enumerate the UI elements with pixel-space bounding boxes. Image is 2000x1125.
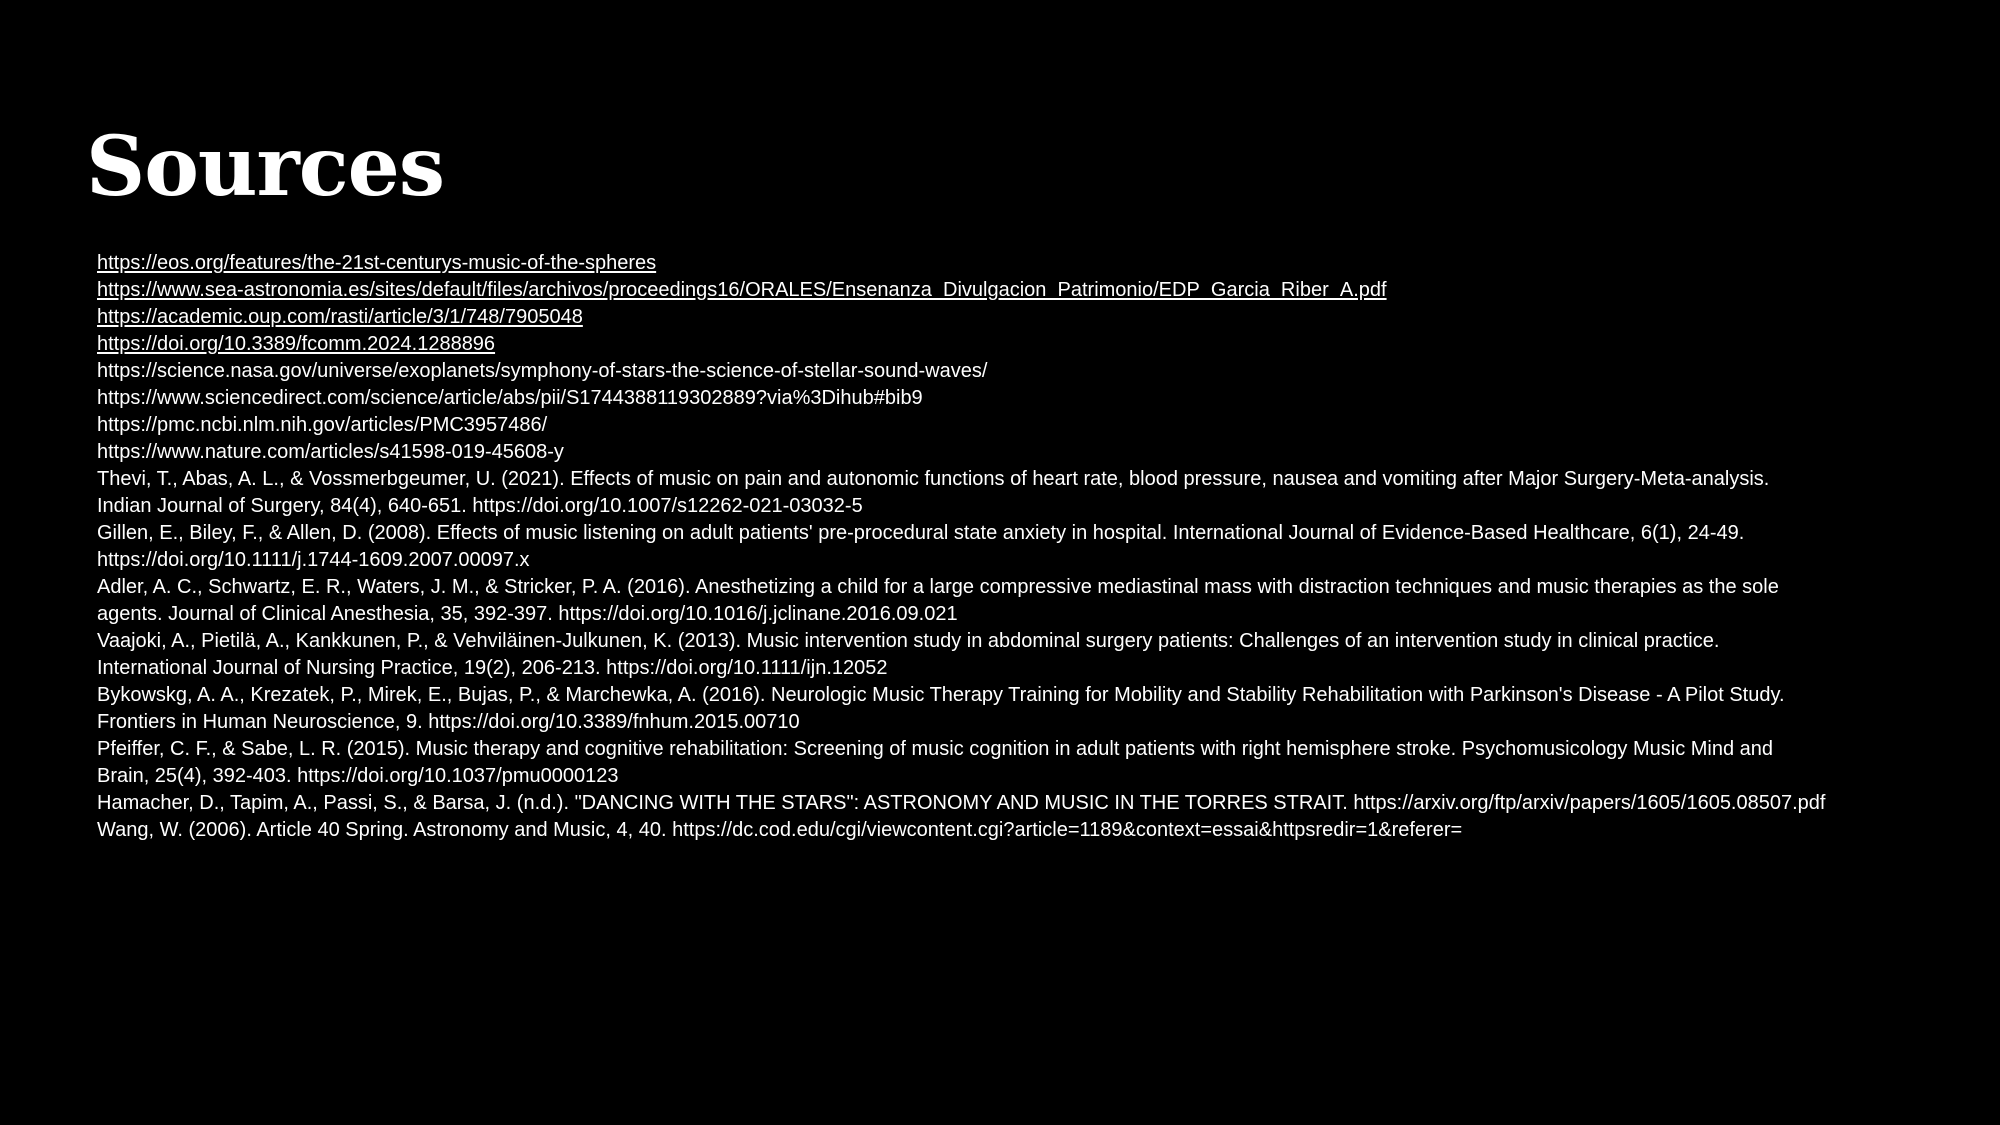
citation: Vaajoki, A., Pietilä, A., Kankkunen, P.,… <box>97 628 1977 682</box>
list-item: https://www.sciencedirect.com/science/ar… <box>97 385 1977 412</box>
citation: Thevi, T., Abas, A. L., & Vossmerbgeumer… <box>97 466 1977 520</box>
citation: Pfeiffer, C. F., & Sabe, L. R. (2015). M… <box>97 736 1977 790</box>
source-link[interactable]: https://eos.org/features/the-21st-centur… <box>97 252 656 274</box>
citation: Wang, W. (2006). Article 40 Spring. Astr… <box>97 817 1977 844</box>
source-url: https://science.nasa.gov/universe/exopla… <box>97 360 988 382</box>
list-item: https://eos.org/features/the-21st-centur… <box>97 250 1977 277</box>
source-link[interactable]: https://www.sea-astronomia.es/sites/defa… <box>97 279 1387 301</box>
list-item: https://pmc.ncbi.nlm.nih.gov/articles/PM… <box>97 412 1977 439</box>
source-url: https://www.sciencedirect.com/science/ar… <box>97 387 923 409</box>
citation-line: Brain, 25(4), 392-403. https://doi.org/1… <box>97 765 619 787</box>
citation-line: International Journal of Nursing Practic… <box>97 657 888 679</box>
citation-line: Pfeiffer, C. F., & Sabe, L. R. (2015). M… <box>97 738 1774 760</box>
citation-line: Gillen, E., Biley, F., & Allen, D. (2008… <box>97 522 1745 544</box>
citation-line: Bykowskg, A. A., Krezatek, P., Mirek, E.… <box>97 684 1785 706</box>
slide: Sources https://eos.org/features/the-21s… <box>0 0 2000 1125</box>
list-item: https://doi.org/10.3389/fcomm.2024.12888… <box>97 331 1977 358</box>
citation-line: Hamacher, D., Tapim, A., Passi, S., & Ba… <box>97 792 1826 814</box>
citation-line: Vaajoki, A., Pietilä, A., Kankkunen, P.,… <box>97 630 1720 652</box>
citation: Gillen, E., Biley, F., & Allen, D. (2008… <box>97 520 1977 574</box>
page-title: Sources <box>86 119 445 215</box>
source-link[interactable]: https://academic.oup.com/rasti/article/3… <box>97 306 583 328</box>
list-item: https://www.sea-astronomia.es/sites/defa… <box>97 277 1977 304</box>
citation-line: https://doi.org/10.1111/j.1744-1609.2007… <box>97 549 530 571</box>
source-url: https://pmc.ncbi.nlm.nih.gov/articles/PM… <box>97 414 548 436</box>
list-item: https://science.nasa.gov/universe/exopla… <box>97 358 1977 385</box>
sources-list: https://eos.org/features/the-21st-centur… <box>97 250 1977 844</box>
citation-line: Frontiers in Human Neuroscience, 9. http… <box>97 711 800 733</box>
citation-line: Wang, W. (2006). Article 40 Spring. Astr… <box>97 819 1463 841</box>
citation: Adler, A. C., Schwartz, E. R., Waters, J… <box>97 574 1977 628</box>
list-item: https://academic.oup.com/rasti/article/3… <box>97 304 1977 331</box>
citation-line: Adler, A. C., Schwartz, E. R., Waters, J… <box>97 576 1779 598</box>
citation-line: agents. Journal of Clinical Anesthesia, … <box>97 603 958 625</box>
citation: Hamacher, D., Tapim, A., Passi, S., & Ba… <box>97 790 1977 817</box>
citation-line: Thevi, T., Abas, A. L., & Vossmerbgeumer… <box>97 468 1770 490</box>
list-item: https://www.nature.com/articles/s41598-0… <box>97 439 1977 466</box>
citation-line: Indian Journal of Surgery, 84(4), 640-65… <box>97 495 863 517</box>
citation: Bykowskg, A. A., Krezatek, P., Mirek, E.… <box>97 682 1977 736</box>
source-url: https://www.nature.com/articles/s41598-0… <box>97 441 564 463</box>
source-link[interactable]: https://doi.org/10.3389/fcomm.2024.12888… <box>97 333 495 355</box>
